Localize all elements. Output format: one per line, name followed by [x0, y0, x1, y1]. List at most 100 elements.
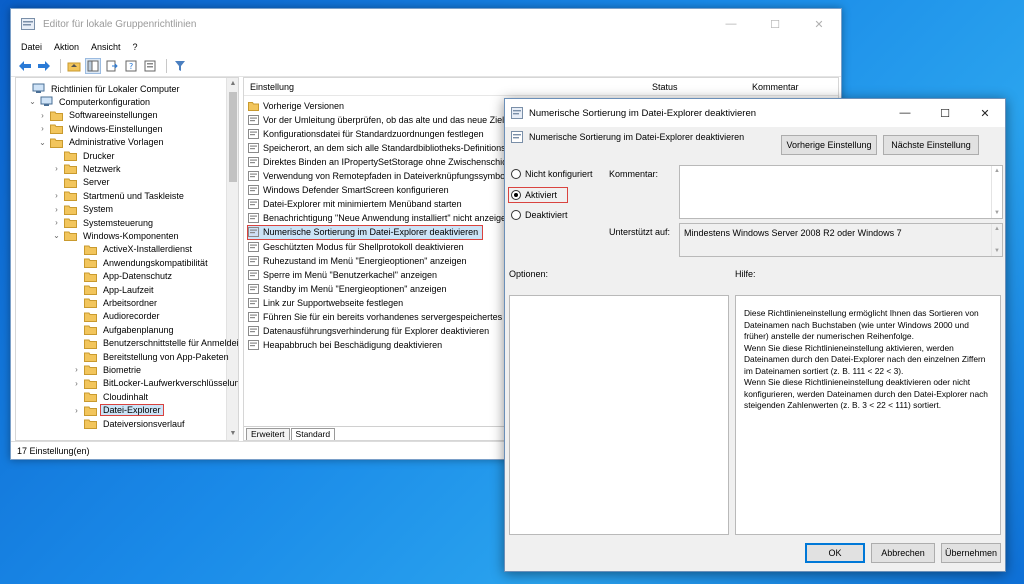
chevron-right-icon[interactable]: › [52, 218, 61, 227]
list-item[interactable]: Vor der Umleitung überprüfen, ob das alt… [248, 113, 512, 126]
scroll-thumb[interactable] [229, 92, 237, 182]
export-list-icon[interactable] [104, 58, 120, 74]
chevron-right-icon[interactable]: › [72, 406, 81, 415]
list-item[interactable]: Datei-Explorer mit minimiertem Menüband … [248, 198, 462, 211]
radio-button[interactable] [511, 190, 521, 200]
list-item[interactable]: Führen Sie für ein bereits vorhandenes s… [248, 311, 526, 324]
column-status[interactable]: Status [652, 82, 678, 92]
comment-field[interactable]: ▲ ▼ [679, 165, 1003, 219]
filter-icon[interactable] [172, 58, 188, 74]
list-item[interactable]: Windows Defender SmartScreen konfigurier… [248, 184, 449, 197]
cancel-button[interactable]: Abbrechen [871, 543, 935, 563]
tree-item[interactable]: › System [52, 203, 115, 216]
tree-item[interactable]: › Systemsteuerung [52, 216, 155, 229]
previous-setting-button[interactable]: Vorherige Einstellung [781, 135, 877, 155]
tree-item[interactable]: ⌄ Windows-Komponenten [52, 229, 181, 242]
chevron-down-icon[interactable]: ⌄ [52, 231, 61, 240]
tree-item[interactable]: Richtlinien für Lokaler Computer [20, 82, 182, 95]
up-folder-icon[interactable] [66, 58, 82, 74]
tree-item[interactable]: Bereitstellung von App-Paketen [72, 350, 231, 363]
list-item[interactable]: Standby im Menü "Energieoptionen" anzeig… [248, 282, 447, 295]
list-item[interactable]: Datenausführungsverhinderung für Explore… [248, 325, 489, 338]
comment-scrollbar[interactable]: ▲ ▼ [991, 166, 1002, 218]
tree-item[interactable]: Benutzerschnittstelle für Anmeldeir [72, 337, 238, 350]
tree-item[interactable]: App-Datenschutz [72, 270, 174, 283]
tree-item[interactable]: ActiveX-Installerdienst [72, 243, 194, 256]
list-item[interactable]: Numerische Sortierung im Datei-Explorer … [246, 224, 484, 240]
menu-datei[interactable]: Datei [21, 42, 42, 52]
column-comment[interactable]: Kommentar [752, 82, 799, 92]
radio-enabled[interactable]: Aktiviert [507, 187, 569, 203]
chevron-down-icon[interactable]: ⌄ [28, 97, 37, 106]
tree-item[interactable]: Dateiversionsverlauf [72, 417, 187, 430]
forward-arrow-icon[interactable] [36, 58, 52, 74]
options-box[interactable] [509, 295, 729, 535]
scroll-down-icon[interactable]: ▼ [227, 428, 238, 440]
chevron-right-icon[interactable]: › [52, 205, 61, 214]
tab-standard[interactable]: Standard [290, 428, 336, 440]
chevron-down-icon[interactable]: ⌄ [38, 138, 47, 147]
show-tree-icon[interactable] [85, 57, 101, 74]
list-item[interactable]: Sperre im Menü "Benutzerkachel" anzeigen [248, 268, 437, 281]
list-item[interactable]: Konfigurationsdatei für Standardzuordnun… [248, 127, 484, 140]
help-box[interactable]: Diese Richtlinieneinstellung ermöglicht … [735, 295, 1001, 535]
radio-button[interactable] [511, 169, 521, 179]
supported-on-field[interactable]: Mindestens Windows Server 2008 R2 oder W… [679, 223, 1003, 257]
ok-button[interactable]: OK [805, 543, 865, 563]
properties-icon[interactable] [142, 58, 158, 74]
next-setting-button[interactable]: Nächste Einstellung [883, 135, 979, 155]
help-icon[interactable]: ? [123, 58, 139, 74]
chevron-right-icon[interactable]: › [52, 191, 61, 200]
maximize-button[interactable]: ☐ [753, 9, 797, 39]
chevron-right-icon[interactable]: › [72, 365, 81, 374]
dialog-maximize-button[interactable]: ☐ [925, 99, 965, 127]
scroll-up-icon[interactable]: ▲ [227, 78, 238, 90]
tree-item[interactable]: › Startmenü und Taskleiste [52, 189, 186, 202]
list-item[interactable]: Ruhezustand im Menü "Energieoptionen" an… [248, 254, 467, 267]
tree-item[interactable]: ⌄ Administrative Vorlagen [38, 136, 166, 149]
tree-item[interactable]: › Biometrie [72, 363, 143, 376]
tree-item[interactable]: Server [52, 176, 112, 189]
chevron-right-icon[interactable]: › [52, 164, 61, 173]
chevron-right-icon[interactable]: › [38, 111, 47, 120]
tree-item[interactable]: › Datei-Explorer [72, 404, 164, 417]
tree-item[interactable]: Arbeitsordner [72, 296, 159, 309]
list-item[interactable]: Benachrichtigung "Neue Anwendung install… [248, 212, 511, 225]
close-button[interactable]: ✕ [797, 9, 841, 39]
radio-disabled[interactable]: Deaktiviert [511, 210, 568, 220]
tree-item[interactable]: › Netzwerk [52, 162, 123, 175]
radio-button[interactable] [511, 210, 521, 220]
tree-item[interactable]: App-Laufzeit [72, 283, 156, 296]
radio-not-configured[interactable]: Nicht konfiguriert [511, 169, 593, 179]
apply-button[interactable]: Übernehmen [941, 543, 1001, 563]
list-item[interactable]: Direktes Binden an IPropertySetStorage o… [248, 155, 524, 168]
tree-item[interactable]: Aufgabenplanung [72, 323, 176, 336]
dialog-minimize-button[interactable]: — [885, 99, 925, 127]
tree-item[interactable]: › BitLocker-Laufwerkverschlüsselung [72, 377, 238, 390]
dialog-close-button[interactable]: ✕ [965, 99, 1005, 127]
menu-aktion[interactable]: Aktion [54, 42, 79, 52]
tree-item[interactable]: › Windows-Einstellungen [38, 122, 165, 135]
minimize-button[interactable]: — [709, 9, 753, 39]
list-item[interactable]: Speicherort, an dem sich alle Standardbi… [248, 141, 511, 154]
list-item[interactable]: Vorherige Versionen [248, 99, 344, 112]
tree-pane[interactable]: ▲ ▼ Richtlinien für Lokaler Computer ⌄ Com… [15, 77, 239, 441]
menu-ansicht[interactable]: Ansicht [91, 42, 121, 52]
column-setting[interactable]: Einstellung [250, 82, 294, 92]
tree-item[interactable]: › Softwareeinstellungen [38, 109, 160, 122]
list-item[interactable]: Link zur Supportwebseite festlegen [248, 296, 403, 309]
tree-item[interactable]: Anwendungskompatibilität [72, 256, 210, 269]
tab-erweitert[interactable]: Erweitert [246, 428, 290, 440]
back-arrow-icon[interactable] [17, 58, 33, 74]
supported-scrollbar[interactable]: ▲ ▼ [991, 224, 1002, 256]
tree-item[interactable]: Audiorecorder [72, 310, 162, 323]
list-item[interactable]: Verwendung von Remotepfaden in Dateiverk… [248, 170, 517, 183]
chevron-right-icon[interactable]: › [38, 124, 47, 133]
chevron-right-icon[interactable]: › [72, 379, 81, 388]
list-item[interactable]: Heapabbruch bei Beschädigung deaktiviere… [248, 339, 442, 352]
tree-item[interactable]: Drucker [52, 149, 117, 162]
list-item[interactable]: Geschützten Modus für Shellprotokoll dea… [248, 240, 464, 253]
tree-item[interactable]: Cloudinhalt [72, 390, 150, 403]
tree-item[interactable]: ⌄ Computerkonfiguration [28, 95, 152, 108]
menu-help[interactable]: ? [133, 42, 138, 52]
